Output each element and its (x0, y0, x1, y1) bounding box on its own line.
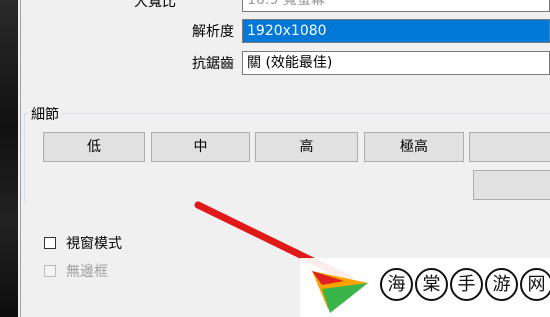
resolution-label: 解析度 (192, 24, 234, 40)
windowed-mode-label: 視窗模式 (66, 236, 122, 252)
detail-extra-button[interactable] (473, 170, 550, 200)
detail-low-button[interactable]: 低 (43, 132, 145, 162)
antialias-select[interactable]: 關 (效能最佳) (242, 51, 550, 75)
watermark-char: 棠 (415, 268, 448, 301)
antialias-label: 抗鋸齒 (192, 56, 234, 72)
watermark: 海 棠 手 游 网 (300, 258, 550, 317)
details-group-border-left (24, 113, 25, 203)
borderless-label: 無邊框 (66, 264, 108, 280)
detail-ultra-button[interactable]: 極高 (364, 132, 464, 162)
watermark-char: 网 (520, 268, 550, 301)
resolution-value: 1920x1080 (243, 20, 549, 42)
watermark-text: 海 棠 手 游 网 (380, 268, 550, 301)
details-group-label: 細節 (28, 104, 62, 124)
watermark-char: 游 (485, 268, 518, 301)
detail-medium-button[interactable]: 中 (151, 132, 250, 162)
detail-high-button[interactable]: 高 (255, 132, 358, 162)
dialog-border (20, 0, 21, 317)
aspect-ratio-label: 大寬比 (134, 0, 176, 10)
watermark-char: 海 (380, 268, 413, 301)
background-strip (0, 0, 18, 317)
windowed-mode-checkbox[interactable] (44, 237, 56, 249)
detail-custom-button[interactable] (469, 132, 550, 162)
watermark-char: 手 (450, 268, 483, 301)
borderless-checkbox (44, 265, 56, 277)
aspect-ratio-field[interactable]: 16:9 寬螢幕 (242, 0, 550, 12)
watermark-logo-icon (312, 271, 368, 313)
details-group-border (24, 113, 550, 114)
resolution-select[interactable]: 1920x1080 (242, 19, 550, 43)
